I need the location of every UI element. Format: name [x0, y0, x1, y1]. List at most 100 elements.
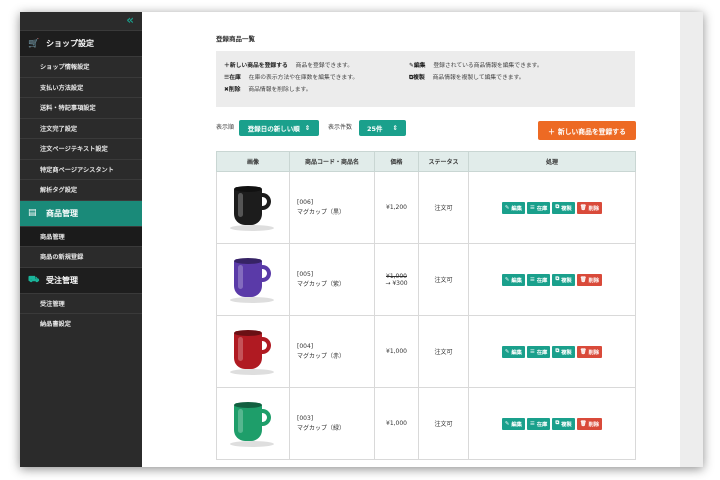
- table-header-row: 画像 商品コード・商品名 価格 ステータス 処理: [216, 151, 636, 172]
- old-price: ¥1,000: [386, 272, 407, 280]
- sidebar-section[interactable]: ▤ 商品管理: [20, 199, 142, 226]
- delete-button[interactable]: 🗑 削除: [576, 417, 603, 430]
- sidebar-section[interactable]: 🛒 ショップ設定: [20, 30, 142, 56]
- product-table: 画像 商品コード・商品名 価格 ステータス 処理 [006] マグカップ（黒） ¥1…: [216, 151, 636, 460]
- product-image-cell: [216, 315, 290, 388]
- info-edit-desc: 登録されている商品情報を編集できます。: [433, 63, 543, 69]
- copy-icon: ⧉: [555, 204, 560, 210]
- product-name[interactable]: マグカップ（赤）: [297, 352, 374, 362]
- table-row: [006] マグカップ（黒） ¥1,200 注文可 ✎ 編集 ☰ 在庫 ⧉ 複製 🗑 削除: [216, 171, 636, 244]
- sidebar-item[interactable]: ショップ情報設定: [20, 56, 142, 77]
- status-cell: 注文可: [418, 387, 469, 460]
- product-image: [228, 327, 278, 377]
- trash-icon: 🗑: [579, 276, 587, 283]
- header-actions: 処理: [468, 151, 636, 172]
- add-product-button[interactable]: ＋ 新しい商品を登録する: [538, 121, 636, 140]
- product-image: [228, 183, 278, 233]
- page-title: 登録商品一覧: [216, 35, 255, 43]
- product-image-cell: [216, 243, 290, 316]
- price: ¥1,000: [386, 420, 407, 427]
- mug-shine: [238, 192, 243, 217]
- stock-button[interactable]: ☰ 在庫: [526, 345, 551, 358]
- copy-button-label: 複製: [561, 277, 572, 284]
- sidebar-item[interactable]: 納品書設定: [20, 313, 142, 334]
- mug-shadow: [230, 224, 274, 231]
- sidebar-item[interactable]: 注文完了設定: [20, 117, 142, 138]
- collapse-sidebar-icon[interactable]: «: [20, 12, 142, 30]
- pencil-icon: ✎: [504, 420, 510, 427]
- edit-button[interactable]: ✎ 編集: [501, 417, 525, 430]
- list-icon: ☰: [529, 276, 535, 283]
- edit-button-label: 編集: [511, 205, 522, 212]
- sort-select[interactable]: 登録日の新しい順 ⇕: [239, 120, 319, 136]
- stock-button[interactable]: ☰ 在庫: [526, 201, 551, 214]
- sidebar-item[interactable]: 特定商ページアシスタント: [20, 158, 142, 179]
- action-buttons: ✎ 編集 ☰ 在庫 ⧉ 複製 🗑 削除: [469, 201, 635, 214]
- product-image-cell: [216, 387, 290, 460]
- sidebar-item[interactable]: 受注管理: [20, 292, 142, 313]
- delete-button-label: 削除: [588, 277, 600, 284]
- product-price-cell: ¥1,000: [374, 387, 419, 460]
- copy-button-label: 複製: [561, 349, 572, 356]
- copy-icon: ⧉: [555, 276, 560, 282]
- header-image: 画像: [216, 151, 290, 172]
- info-edit-label: 編集: [413, 63, 426, 69]
- product-code: [005]: [297, 270, 314, 278]
- product-price-cell: ¥1,000 → ¥300: [374, 243, 419, 316]
- price: → ¥300: [385, 279, 408, 287]
- status-cell: 注文可: [418, 243, 469, 316]
- sidebar-item[interactable]: 解析タグ設定: [20, 179, 142, 200]
- info-register-label: 新しい商品を登録する: [229, 63, 288, 69]
- list-icon: ☰: [529, 420, 535, 427]
- delete-button[interactable]: 🗑 削除: [576, 273, 603, 286]
- edit-button[interactable]: ✎ 編集: [501, 273, 525, 286]
- sidebar-item[interactable]: 商品管理: [20, 225, 142, 246]
- sidebar-section[interactable]: ⛟ 受注管理: [20, 266, 142, 293]
- count-select[interactable]: 25件 ⇕: [359, 120, 406, 136]
- copy-button[interactable]: ⧉ 複製: [552, 201, 575, 214]
- product-image-cell: [216, 171, 290, 244]
- stock-button-label: 在庫: [536, 277, 548, 284]
- stock-button[interactable]: ☰ 在庫: [526, 273, 551, 286]
- copy-button[interactable]: ⧉ 複製: [552, 345, 575, 358]
- select-arrows-icon: ⇕: [392, 124, 398, 132]
- copy-button[interactable]: ⧉ 複製: [552, 417, 575, 430]
- mug-shine: [238, 336, 243, 361]
- copy-icon: ⧉: [555, 348, 560, 354]
- action-buttons: ✎ 編集 ☰ 在庫 ⧉ 複製 🗑 削除: [469, 417, 635, 430]
- stock-button[interactable]: ☰ 在庫: [526, 417, 551, 430]
- product-name[interactable]: マグカップ（黒）: [297, 208, 374, 218]
- sidebar-item[interactable]: 商品の新規登録: [20, 246, 142, 267]
- copy-button[interactable]: ⧉ 複製: [552, 273, 575, 286]
- header-price: 価格: [374, 151, 419, 172]
- mug-shadow: [230, 368, 274, 375]
- info-stock-desc: 在庫の表示方法や在庫数を編集できます。: [248, 75, 359, 81]
- delete-button[interactable]: 🗑 削除: [576, 345, 603, 358]
- info-delete-desc: 商品情報を削除します。: [248, 87, 312, 93]
- edit-button[interactable]: ✎ 編集: [501, 201, 525, 214]
- product-name-cell: [003] マグカップ（緑）: [289, 387, 375, 460]
- actions-cell: ✎ 編集 ☰ 在庫 ⧉ 複製 🗑 削除: [468, 171, 636, 244]
- info-stock-label: 在庫: [229, 75, 241, 81]
- sidebar-section-label: 受注管理: [46, 275, 78, 285]
- header-code-name: 商品コード・商品名: [289, 151, 375, 172]
- trash-icon: 🗑: [579, 348, 587, 355]
- product-name[interactable]: マグカップ（緑）: [297, 424, 374, 434]
- sidebar-section-label: ショップ設定: [46, 39, 94, 48]
- product-code: [006]: [297, 198, 314, 206]
- product-image: [228, 255, 278, 305]
- sidebar-item[interactable]: 注文ページテキスト設定: [20, 138, 142, 159]
- action-buttons: ✎ 編集 ☰ 在庫 ⧉ 複製 🗑 削除: [469, 345, 635, 358]
- status-cell: 注文可: [418, 315, 469, 388]
- sidebar-item[interactable]: 支払い方法設定: [20, 76, 142, 97]
- product-name[interactable]: マグカップ（紫）: [297, 280, 374, 290]
- copy-icon: ⧉: [555, 420, 560, 426]
- actions-cell: ✎ 編集 ☰ 在庫 ⧉ 複製 🗑 削除: [468, 315, 636, 388]
- sidebar-item[interactable]: 送料・特記事項設定: [20, 97, 142, 118]
- delete-button[interactable]: 🗑 削除: [576, 201, 603, 214]
- pencil-icon: ✎: [504, 204, 510, 211]
- delete-button-label: 削除: [588, 349, 600, 356]
- edit-button[interactable]: ✎ 編集: [501, 345, 525, 358]
- info-register-line: ＋新しい商品を登録する 商品を登録できます。: [224, 60, 353, 69]
- mug-shine: [238, 264, 243, 289]
